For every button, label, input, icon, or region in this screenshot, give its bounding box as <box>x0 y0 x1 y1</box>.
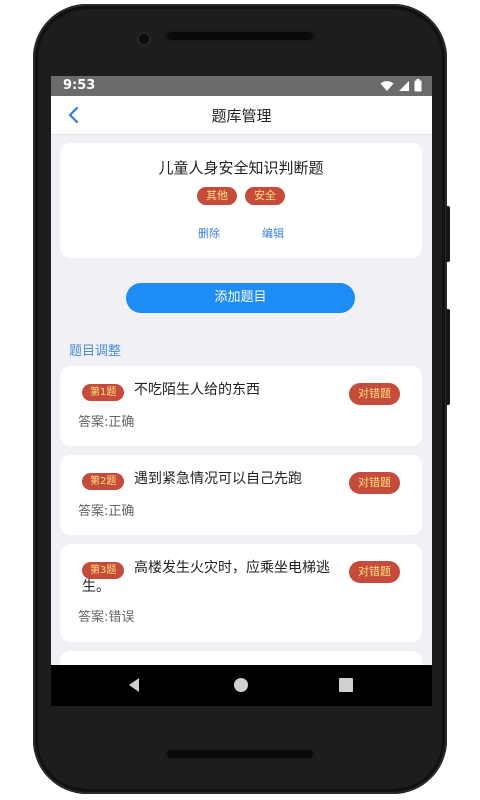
question-answer: 答案:正确 <box>78 415 135 430</box>
back-triangle-icon[interactable] <box>125 675 145 695</box>
bottom-speaker <box>165 748 315 760</box>
navigation-bar: 题库管理 <box>51 96 432 135</box>
question-type-badge: 对错题 <box>349 383 400 405</box>
edit-button[interactable]: 编辑 <box>262 225 284 241</box>
tag: 其他 <box>197 187 237 205</box>
question-card[interactable]: 第3题 高楼发生火灾时，应乘坐电梯逃生。 对错题 答案:错误 <box>60 544 422 642</box>
power-button <box>446 309 450 405</box>
home-circle-icon[interactable] <box>231 675 251 695</box>
content-scroll[interactable]: 儿童人身安全知识判断题 其他 安全 删除 编辑 添加题目 题目调整 第1题 不吃… <box>51 135 432 665</box>
status-time: 9:53 <box>63 78 96 93</box>
bank-tags: 其他 安全 <box>60 187 422 205</box>
question-answer: 答案:错误 <box>78 610 135 625</box>
recents-square-icon[interactable] <box>336 675 356 695</box>
system-navigation-bar <box>51 665 432 706</box>
app-screen: 9:53 题库管理 儿童人身安全知识判断题 其他 安全 删除 编辑 添加题目 题… <box>51 76 432 706</box>
status-bar: 9:53 <box>51 76 432 96</box>
add-question-button[interactable]: 添加题目 <box>126 283 355 313</box>
signal-icon <box>399 80 409 91</box>
bank-title: 儿童人身安全知识判断题 <box>158 159 324 177</box>
top-speaker <box>165 30 315 42</box>
status-icons <box>380 79 422 92</box>
front-camera <box>139 34 149 44</box>
question-answer: 答案:正确 <box>78 504 135 519</box>
question-card[interactable] <box>60 651 422 665</box>
question-card[interactable]: 第2题 遇到紧急情况可以自己先跑 对错题 答案:正确 <box>60 455 422 535</box>
question-text: 高楼发生火灾时，应乘坐电梯逃生。 <box>82 560 330 595</box>
question-type-badge: 对错题 <box>349 561 400 583</box>
bank-actions: 删除 编辑 <box>60 225 422 241</box>
tag: 安全 <box>245 187 285 205</box>
volume-button <box>446 206 450 262</box>
delete-button[interactable]: 删除 <box>198 225 220 241</box>
question-text: 不吃陌生人给的东西 <box>134 382 260 398</box>
page-title: 题库管理 <box>211 107 272 125</box>
wifi-icon <box>380 80 394 91</box>
section-label: 题目调整 <box>69 344 122 359</box>
question-bank-card: 儿童人身安全知识判断题 其他 安全 删除 编辑 <box>60 143 422 258</box>
question-type-badge: 对错题 <box>349 472 400 494</box>
battery-icon <box>414 79 422 92</box>
question-text: 遇到紧急情况可以自己先跑 <box>134 471 302 487</box>
question-card[interactable]: 第1题 不吃陌生人给的东西 对错题 答案:正确 <box>60 366 422 446</box>
